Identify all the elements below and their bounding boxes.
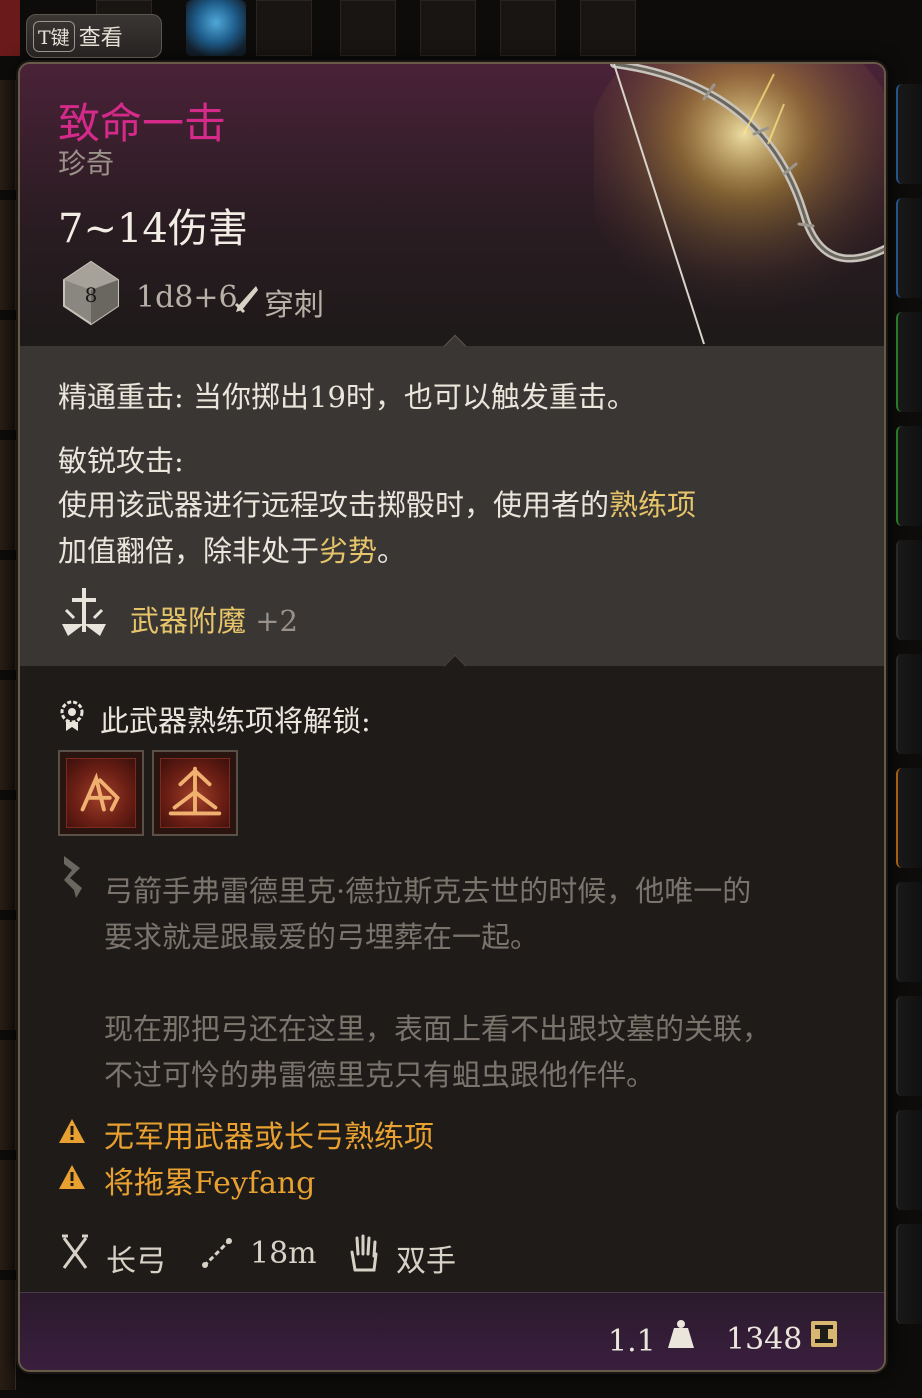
gold-icon bbox=[811, 1321, 837, 1347]
inventory-slot[interactable] bbox=[0, 1160, 16, 1270]
weapon-range: 18m bbox=[250, 1236, 317, 1271]
inventory-slot[interactable] bbox=[896, 654, 922, 754]
inventory-slot[interactable] bbox=[896, 882, 922, 982]
keen-text-segment: 。 bbox=[377, 534, 407, 568]
longbow-item-image bbox=[594, 64, 884, 345]
inventory-slot[interactable] bbox=[0, 560, 16, 670]
keen-attack-text-line-2: 加值翻倍，除非处于劣势。 bbox=[58, 528, 406, 570]
proficiency-warning: 无军用武器或长弓熟练项 bbox=[104, 1120, 434, 1155]
weapon-action-slot[interactable] bbox=[152, 750, 238, 836]
proficiency-unlock-header: 此武器熟练项将解锁: bbox=[100, 704, 371, 738]
inspect-hotkey-button[interactable]: T键 查看 bbox=[26, 14, 162, 58]
inventory-slot[interactable] bbox=[896, 1110, 922, 1210]
inventory-slot[interactable] bbox=[186, 0, 246, 56]
inventory-slot[interactable] bbox=[0, 0, 20, 56]
inventory-slot[interactable] bbox=[896, 1224, 922, 1324]
proficiency-icon bbox=[60, 700, 84, 731]
inventory-slot[interactable] bbox=[896, 198, 922, 298]
enchant-label: 武器附魔 bbox=[130, 604, 247, 638]
disadvantage-keyword[interactable]: 劣势 bbox=[319, 534, 377, 568]
inventory-slot[interactable] bbox=[0, 1280, 16, 1390]
lore-line: 现在那把弓还在这里，表面上看不出跟坟墓的关联， bbox=[104, 1012, 772, 1046]
weapon-action-1-icon bbox=[66, 758, 136, 828]
lore-line: 弓箭手弗雷德里克·德拉斯克去世的时候，他唯一的 bbox=[104, 874, 752, 908]
inventory-slot[interactable] bbox=[896, 84, 922, 184]
hotkey-label: 查看 bbox=[78, 26, 123, 51]
hand-icon bbox=[350, 1234, 378, 1272]
weapon-enchantment[interactable]: 武器附魔 +2 bbox=[130, 598, 298, 640]
range-icon bbox=[202, 1238, 232, 1268]
lore-icon bbox=[64, 856, 82, 898]
encumbrance-warning: 将拖累Feyfang bbox=[104, 1166, 316, 1201]
inventory-slot[interactable] bbox=[0, 680, 16, 790]
inventory-slot[interactable] bbox=[896, 996, 922, 1096]
inventory-slot[interactable] bbox=[0, 320, 16, 430]
inventory-slot[interactable] bbox=[0, 920, 16, 1030]
mastery-effect-text: 当你掷出19时，也可以触发重击。 bbox=[193, 380, 636, 414]
enchant-icon bbox=[62, 588, 106, 636]
inventory-slot[interactable] bbox=[896, 426, 922, 526]
pierce-icon bbox=[234, 286, 258, 314]
keen-text-segment: 使用该武器进行远程攻击掷骰时，使用者的 bbox=[58, 488, 610, 522]
inventory-slot[interactable] bbox=[896, 540, 922, 640]
inventory-slot[interactable] bbox=[420, 0, 476, 56]
inventory-slot[interactable] bbox=[0, 1040, 16, 1150]
hotkey-keycap: T键 bbox=[33, 20, 75, 52]
keen-attack-text-line-1: 使用该武器进行远程攻击掷骰时，使用者的熟练项 bbox=[58, 482, 696, 524]
inventory-slot[interactable] bbox=[0, 200, 16, 310]
item-tooltip: 致命一击 珍奇 7~14伤害 8 1d8+6 穿刺 精通重击: 当你掷出19时，… bbox=[18, 62, 886, 1372]
inventory-slot[interactable] bbox=[896, 312, 922, 412]
item-rarity: 珍奇 bbox=[58, 147, 115, 180]
keen-text-segment: 加值翻倍，除非处于 bbox=[58, 534, 320, 568]
lore-line: 不过可怜的弗雷德里克只有蛆虫跟他作伴。 bbox=[104, 1058, 656, 1092]
weight-icon bbox=[668, 1320, 694, 1348]
inventory-slot[interactable] bbox=[580, 0, 636, 56]
inventory-slot[interactable] bbox=[340, 0, 396, 56]
inventory-slot[interactable] bbox=[500, 0, 556, 56]
d8-die-icon: 8 bbox=[63, 260, 119, 326]
mastery-effect-title: 精通重击: bbox=[58, 380, 184, 414]
weapon-type-icon bbox=[62, 1234, 88, 1269]
inventory-slot[interactable] bbox=[0, 800, 16, 910]
enchant-value: +2 bbox=[255, 604, 298, 638]
keen-attack-title: 敏锐攻击: bbox=[58, 444, 184, 478]
inventory-slot[interactable] bbox=[0, 440, 16, 550]
inventory-slot[interactable] bbox=[0, 80, 16, 190]
weapon-action-2-icon bbox=[160, 758, 230, 828]
inventory-slot[interactable] bbox=[896, 768, 922, 868]
mastery-effect: 精通重击: 当你掷出19时，也可以触发重击。 bbox=[58, 374, 636, 416]
weapon-type: 长弓 bbox=[106, 1244, 166, 1279]
weapon-action-slot[interactable] bbox=[58, 750, 144, 836]
damage-range: 7~14伤害 bbox=[58, 206, 248, 252]
proficiency-keyword[interactable]: 熟练项 bbox=[609, 488, 696, 522]
damage-type: 穿刺 bbox=[264, 288, 324, 323]
warning-icon bbox=[59, 1165, 85, 1189]
lore-line: 要求就是跟最爱的弓埋葬在一起。 bbox=[104, 920, 540, 954]
weapon-handedness: 双手 bbox=[396, 1244, 456, 1279]
item-weight: 1.1 bbox=[608, 1324, 656, 1359]
inventory-slot[interactable] bbox=[256, 0, 312, 56]
warning-icon bbox=[59, 1119, 85, 1143]
damage-dice: 1d8+6 bbox=[136, 280, 238, 315]
die-face-number: 8 bbox=[85, 283, 98, 307]
item-price: 1348 bbox=[726, 1322, 803, 1357]
